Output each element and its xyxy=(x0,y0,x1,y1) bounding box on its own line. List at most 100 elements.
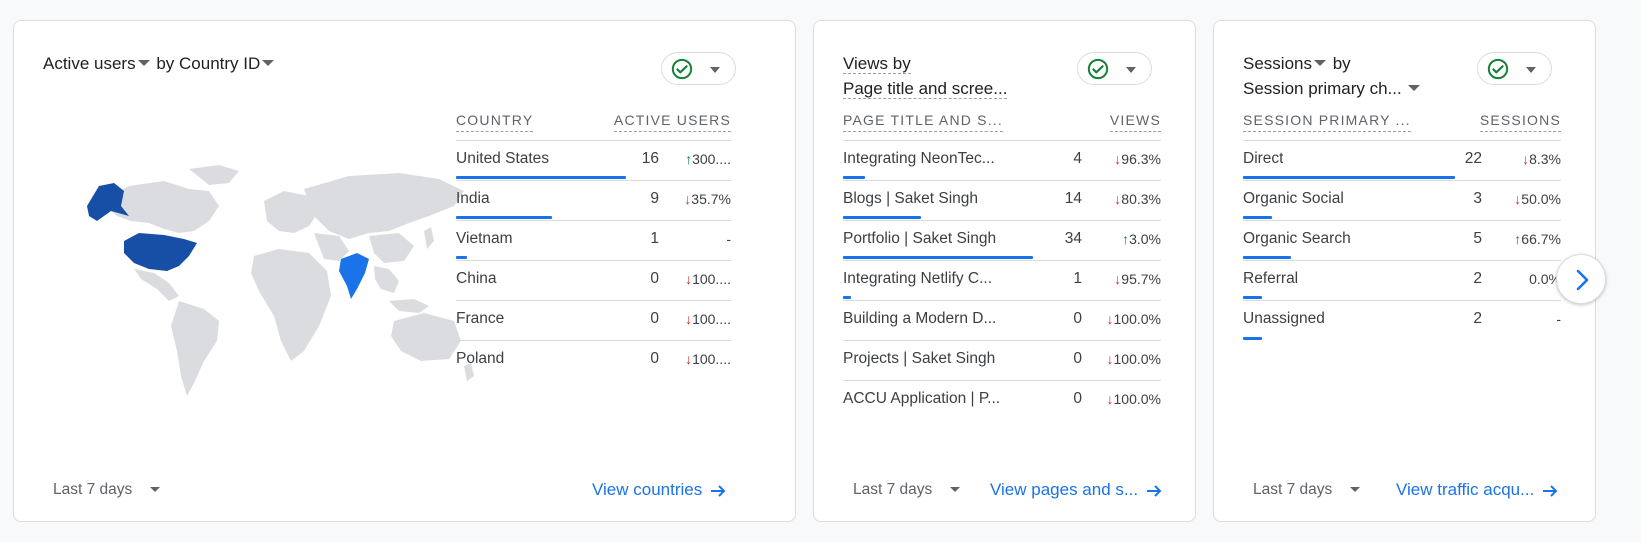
row-proportion-bar xyxy=(1243,256,1291,259)
by-label: by xyxy=(1332,54,1351,73)
caret-down-icon xyxy=(150,487,161,493)
date-range-selector[interactable]: Last 7 days xyxy=(853,481,961,499)
table-body: Integrating NeonTec... 4 ↓96.3% Blogs | Sak… xyxy=(843,141,1161,421)
check-circle-icon xyxy=(1487,58,1509,80)
row-proportion-bar xyxy=(1243,216,1272,219)
row-change-value: 96.3% xyxy=(1121,151,1161,167)
row-value: 4 xyxy=(1073,150,1082,167)
row-name: Referral xyxy=(1243,270,1299,287)
table-row[interactable]: Building a Modern D... 0 ↓100.0% xyxy=(843,301,1161,341)
map-australia xyxy=(391,313,461,361)
row-proportion-bar xyxy=(843,176,865,179)
row-change: ↓35.7% xyxy=(684,191,731,207)
row-change: ↓100.... xyxy=(685,271,731,287)
sessions-table: SESSION PRIMARY ... SESSIONS Direct 22 ↓8.… xyxy=(1243,109,1561,341)
next-cards-button[interactable] xyxy=(1556,254,1606,304)
metric-label: Sessions xyxy=(1243,54,1312,73)
table-row[interactable]: ACCU Application | P... 0 ↓100.0% xyxy=(843,381,1161,421)
arrow-right-icon xyxy=(1147,484,1162,497)
world-map xyxy=(87,165,474,396)
row-change: ↓80.3% xyxy=(1114,191,1161,207)
metric-selector[interactable]: Views by xyxy=(843,51,1007,76)
date-range-selector[interactable]: Last 7 days xyxy=(53,481,161,499)
map-japan xyxy=(424,227,434,249)
comparison-status-button[interactable] xyxy=(1477,52,1552,85)
table-row[interactable]: Organic Social 3 ↓50.0% xyxy=(1243,181,1561,221)
row-proportion-bar xyxy=(456,176,626,179)
row-proportion-bar xyxy=(843,216,921,219)
link-label: View pages and s... xyxy=(990,480,1139,499)
table-row[interactable]: Poland 0 ↓100.... xyxy=(456,341,731,381)
row-change: ↑3.0% xyxy=(1122,231,1161,247)
caret-down-icon xyxy=(1350,487,1361,493)
table-row[interactable]: Integrating NeonTec... 4 ↓96.3% xyxy=(843,141,1161,181)
column-header-metric[interactable]: SESSIONS xyxy=(1479,109,1561,132)
column-header-dimension[interactable]: PAGE TITLE AND S... xyxy=(843,109,1003,132)
table-row[interactable]: Direct 22 ↓8.3% xyxy=(1243,141,1561,181)
view-pages-link[interactable]: View pages and s... xyxy=(990,480,1162,500)
row-change: ↓100.0% xyxy=(1107,351,1161,367)
dimension-selector[interactable]: Session primary ch... xyxy=(1243,76,1422,101)
comparison-status-button[interactable] xyxy=(1077,52,1152,85)
column-header-metric[interactable]: VIEWS xyxy=(1109,109,1161,132)
comparison-status-button[interactable] xyxy=(661,52,736,85)
row-change: ↓50.0% xyxy=(1514,191,1561,207)
row-value: 5 xyxy=(1473,230,1482,247)
arrow-right-icon xyxy=(711,484,726,497)
map-se-asia xyxy=(374,266,399,293)
table-row[interactable]: Referral 2 0.0% xyxy=(1243,261,1561,301)
arrow-down-icon: ↓ xyxy=(1106,391,1114,407)
dimension-selector[interactable]: Page title and scree... xyxy=(843,76,1008,101)
chevron-right-icon xyxy=(1576,269,1589,291)
date-range-selector[interactable]: Last 7 days xyxy=(1253,481,1361,499)
row-change-value: 80.3% xyxy=(1121,191,1161,207)
row-value: 3 xyxy=(1473,190,1482,207)
table-row[interactable]: Portfolio | Saket Singh 34 ↑3.0% xyxy=(843,221,1161,261)
check-circle-icon xyxy=(1087,58,1109,80)
table-header: COUNTRY ACTIVE USERS xyxy=(456,109,731,141)
view-countries-link[interactable]: View countries xyxy=(592,480,726,500)
column-header-metric[interactable]: ACTIVE USERS xyxy=(613,109,731,132)
table-row[interactable]: Blogs | Saket Singh 14 ↓80.3% xyxy=(843,181,1161,221)
metric-selector[interactable]: Sessions xyxy=(1243,54,1328,73)
map-china xyxy=(369,233,414,263)
row-change: ↓96.3% xyxy=(1114,151,1161,167)
row-value: 14 xyxy=(1064,190,1082,207)
card-views-by-page-title: Views by Page title and scree... PAGE TI… xyxy=(813,20,1196,522)
map-asia-north xyxy=(304,173,464,239)
row-name: Organic Search xyxy=(1243,230,1351,247)
row-change-value: 95.7% xyxy=(1121,271,1161,287)
column-header-dimension[interactable]: COUNTRY xyxy=(456,109,534,132)
row-change-value: 300.... xyxy=(692,151,731,167)
check-circle-icon xyxy=(671,58,693,80)
row-proportion-bar xyxy=(1243,337,1262,340)
map-india xyxy=(339,253,369,299)
metric-selector[interactable]: Active users xyxy=(43,54,152,73)
table-row[interactable]: Unassigned 2 - xyxy=(1243,301,1561,341)
table-row[interactable]: Vietnam 1 - xyxy=(456,221,731,261)
table-row[interactable]: Projects | Saket Singh 0 ↓100.0% xyxy=(843,341,1161,381)
row-change: ↓95.7% xyxy=(1114,271,1161,287)
view-traffic-acquisition-link[interactable]: View traffic acqu... xyxy=(1396,480,1558,500)
caret-down-icon xyxy=(1126,67,1136,73)
dimension-selector[interactable]: Country ID xyxy=(179,54,276,73)
row-value: 34 xyxy=(1064,230,1082,247)
table-row[interactable]: Organic Search 5 ↑66.7% xyxy=(1243,221,1561,261)
row-change: ↑66.7% xyxy=(1514,231,1561,247)
caret-down-icon xyxy=(1526,67,1536,73)
table-row[interactable]: Integrating Netlify C... 1 ↓95.7% xyxy=(843,261,1161,301)
table-row[interactable]: India 9 ↓35.7% xyxy=(456,181,731,221)
metric-label: Views by xyxy=(843,54,911,74)
table-row[interactable]: United States 16 ↑300.... xyxy=(456,141,731,181)
table-row[interactable]: China 0 ↓100.... xyxy=(456,261,731,301)
table-row[interactable]: France 0 ↓100.... xyxy=(456,301,731,341)
arrow-down-icon: ↓ xyxy=(1106,311,1114,327)
column-header-dimension[interactable]: SESSION PRIMARY ... xyxy=(1243,109,1411,132)
arrow-down-icon: ↓ xyxy=(1106,351,1114,367)
pages-table: PAGE TITLE AND S... VIEWS Integrating Ne… xyxy=(843,109,1161,421)
row-name: Blogs | Saket Singh xyxy=(843,190,978,207)
link-label: View countries xyxy=(592,480,703,499)
row-name: Portfolio | Saket Singh xyxy=(843,230,997,247)
row-value: 0 xyxy=(1073,390,1082,407)
row-change: - xyxy=(726,231,731,247)
